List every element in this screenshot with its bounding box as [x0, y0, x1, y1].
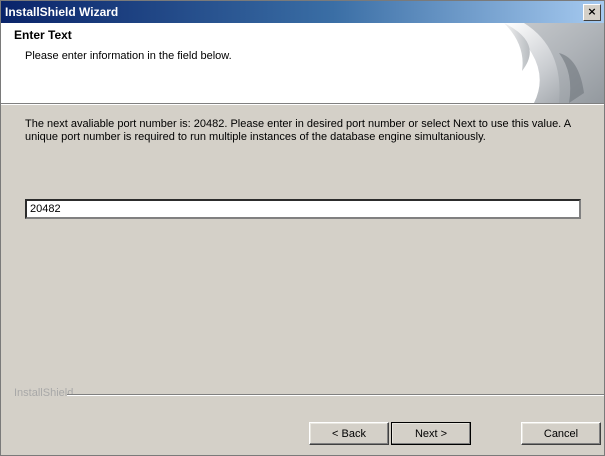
page-title: Enter Text — [14, 28, 72, 42]
header-divider — [1, 104, 604, 105]
port-number-field[interactable] — [25, 199, 581, 219]
installer-window: InstallShield Wizard × Enter Text Please… — [0, 0, 605, 456]
wizard-header: Enter Text Please enter information in t… — [1, 23, 604, 104]
window-title: InstallShield Wizard — [5, 5, 119, 19]
footer-divider — [67, 394, 604, 396]
instructions-text: The next avaliable port number is: 20482… — [25, 118, 571, 143]
page-subtitle: Please enter information in the field be… — [25, 50, 232, 62]
cancel-button[interactable]: Cancel — [521, 422, 601, 445]
close-button[interactable]: × — [583, 4, 601, 21]
installshield-brand-label: InstallShield — [14, 387, 74, 399]
close-icon: × — [587, 5, 597, 18]
next-button[interactable]: Next > — [391, 422, 471, 445]
title-bar[interactable]: InstallShield Wizard × — [1, 1, 604, 23]
page-curl-art — [504, 23, 604, 103]
back-button[interactable]: < Back — [309, 422, 389, 445]
